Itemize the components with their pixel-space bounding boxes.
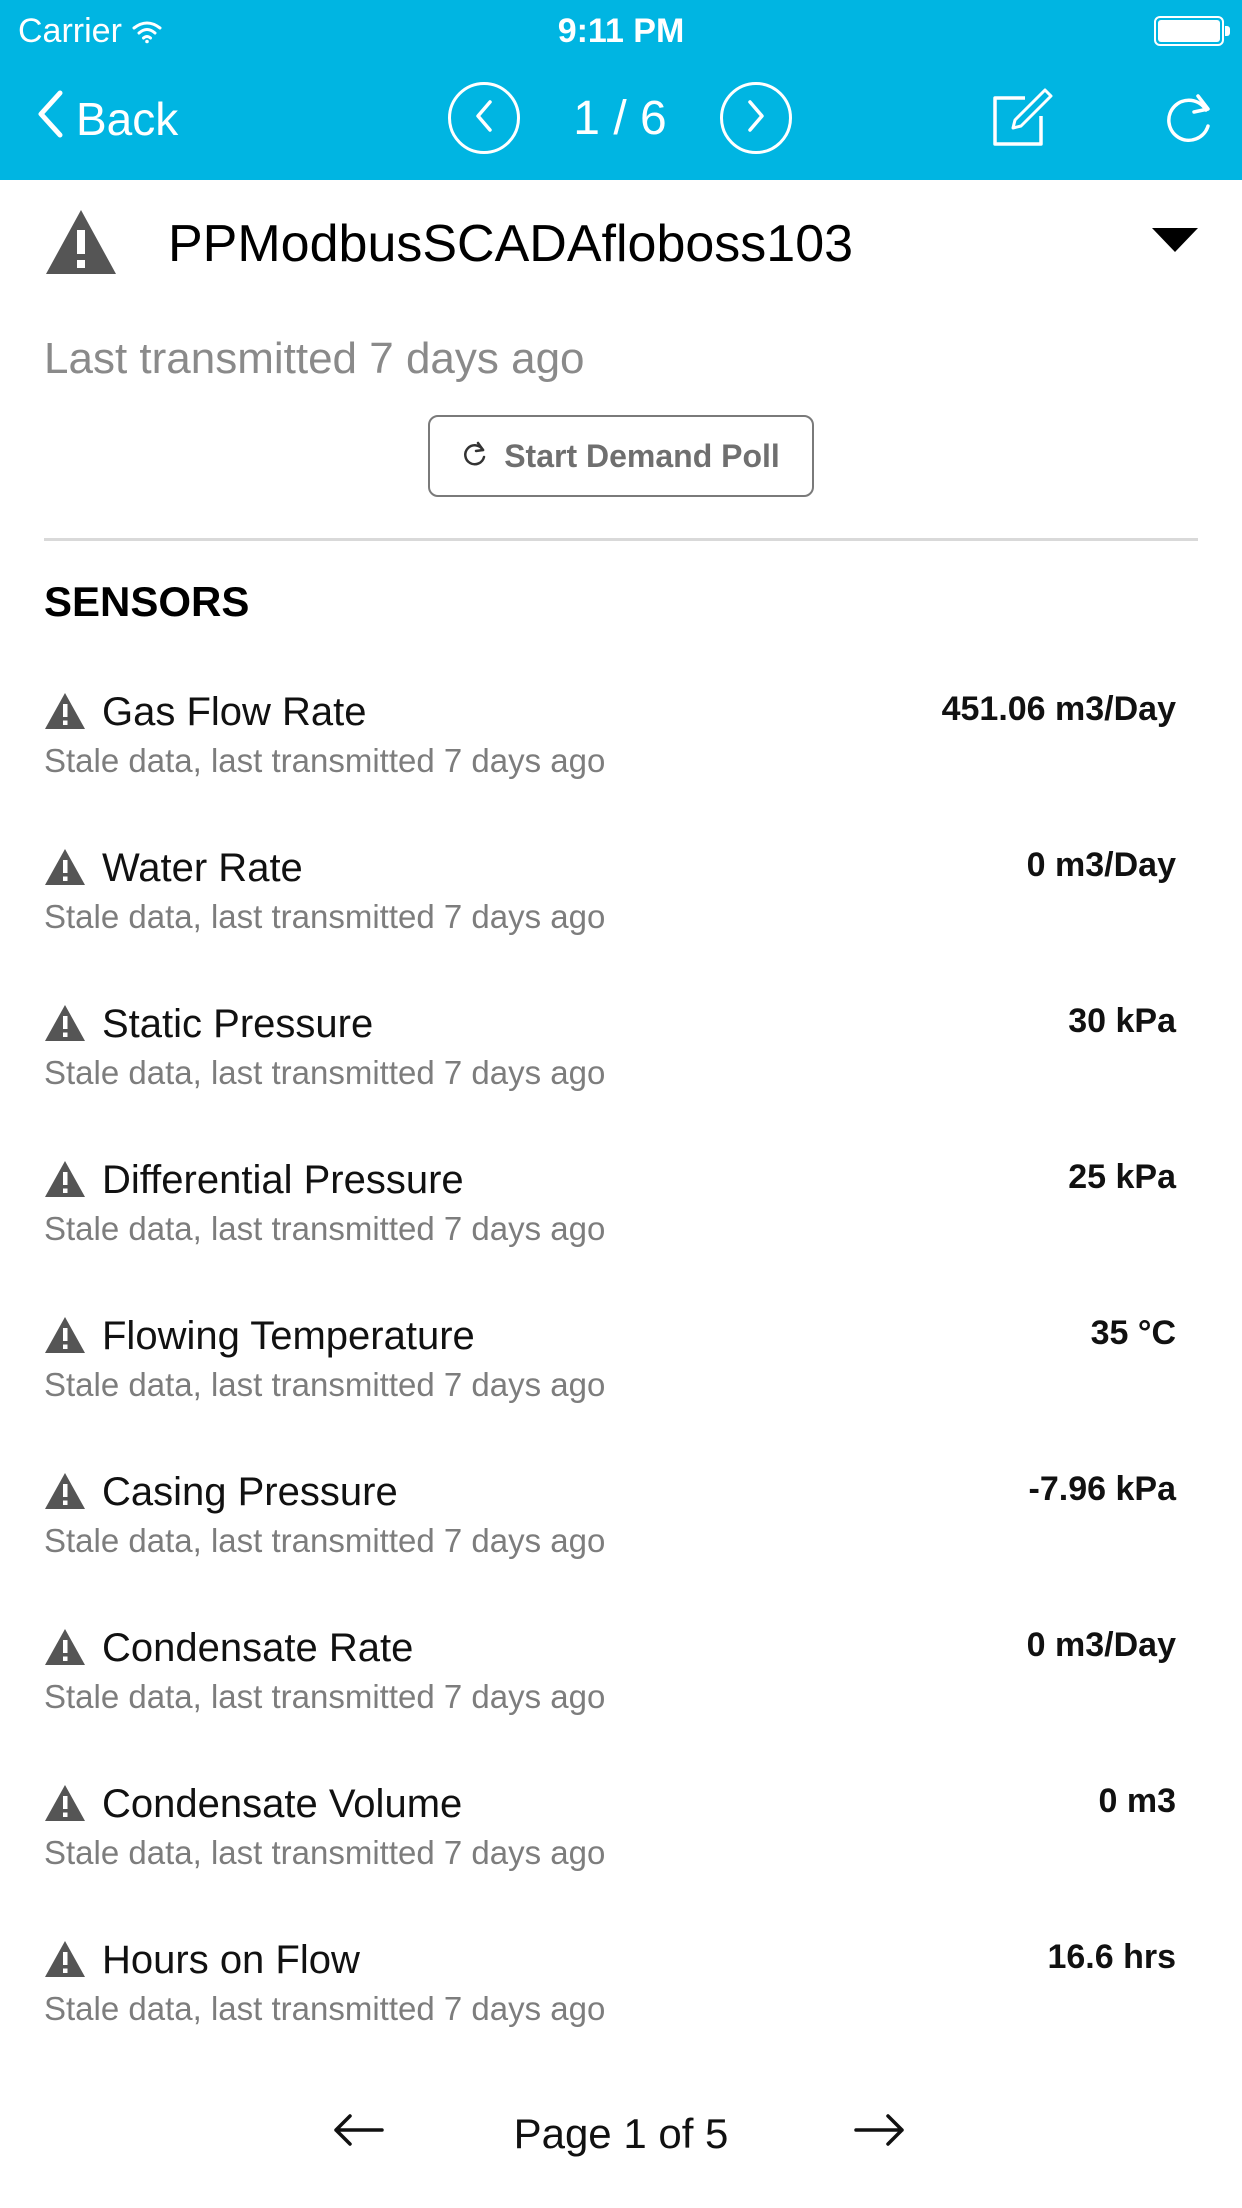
sensor-row[interactable]: Condensate Volume Stale data, last trans… [0, 1772, 1242, 1928]
warning-icon [44, 1628, 86, 1671]
chevron-left-icon [36, 89, 64, 150]
sensor-name: Static Pressure [102, 1002, 374, 1046]
battery-icon [1154, 16, 1230, 46]
warning-icon [44, 692, 86, 735]
item-pager-label: 1 / 6 [573, 92, 667, 145]
sensor-name: Condensate Volume [102, 1782, 463, 1826]
previous-item-button[interactable] [448, 82, 520, 154]
sensor-value: 30 kPa [1068, 1002, 1176, 1040]
back-button[interactable]: Back [36, 84, 178, 154]
warning-icon [44, 208, 118, 281]
refresh-button[interactable] [1152, 82, 1228, 158]
sensor-row[interactable]: Differential Pressure Stale data, last t… [0, 1148, 1242, 1304]
caret-down-icon[interactable] [1152, 228, 1198, 257]
sensor-status: Stale data, last transmitted 7 days ago [44, 1366, 606, 1403]
next-item-button[interactable] [720, 82, 792, 154]
sensor-status: Stale data, last transmitted 7 days ago [44, 1834, 606, 1871]
refresh-icon [1162, 90, 1218, 151]
sensor-name: Hours on Flow [102, 1938, 360, 1982]
arrow-right-icon[interactable] [852, 2110, 908, 2155]
edit-icon [989, 88, 1055, 153]
sensor-name: Water Rate [102, 846, 303, 890]
sensor-list: Gas Flow Rate Stale data, last transmitt… [0, 680, 1242, 2084]
sensor-name: Flowing Temperature [102, 1314, 475, 1358]
pagination: Page 1 of 5 [0, 2100, 1242, 2170]
sensor-name: Gas Flow Rate [102, 690, 367, 734]
warning-icon [44, 1472, 86, 1515]
warning-icon [44, 1160, 86, 1203]
device-name: PPModbusSCADAfloboss103 [168, 215, 854, 273]
last-transmitted-text: Last transmitted 7 days ago [44, 334, 585, 383]
sensor-status: Stale data, last transmitted 7 days ago [44, 1054, 606, 1091]
sensor-value: 0 m3/Day [1026, 846, 1176, 884]
sensor-value: 0 m3/Day [1026, 1626, 1176, 1664]
sensor-row[interactable]: Flowing Temperature Stale data, last tra… [0, 1304, 1242, 1460]
warning-icon [44, 1784, 86, 1827]
sensor-name: Condensate Rate [102, 1626, 414, 1670]
sensors-section-title: SENSORS [44, 578, 250, 625]
sensor-row[interactable]: Casing Pressure Stale data, last transmi… [0, 1460, 1242, 1616]
sensor-name: Casing Pressure [102, 1470, 398, 1514]
sensor-value: 25 kPa [1068, 1158, 1176, 1196]
sensor-status: Stale data, last transmitted 7 days ago [44, 898, 606, 935]
warning-icon [44, 1004, 86, 1047]
sensor-value: 35 °C [1090, 1314, 1176, 1352]
page-indicator: Page 1 of 5 [513, 2110, 729, 2157]
back-label: Back [76, 93, 179, 145]
sensor-row[interactable]: Water Rate Stale data, last transmitted … [0, 836, 1242, 992]
sensor-row[interactable]: Gas Flow Rate Stale data, last transmitt… [0, 680, 1242, 836]
sensor-value: -7.96 kPa [1028, 1470, 1176, 1508]
navigation-bar: Back 1 / 6 [0, 64, 1242, 180]
app-header: Carrier 9:11 PM Back 1 / 6 [0, 0, 1242, 180]
chevron-left-icon [473, 99, 495, 138]
sensor-status: Stale data, last transmitted 7 days ago [44, 1522, 606, 1559]
start-demand-poll-button[interactable]: Start Demand Poll [428, 415, 814, 497]
sensor-status: Stale data, last transmitted 7 days ago [44, 1990, 606, 2027]
clock: 9:11 PM [557, 12, 685, 50]
start-demand-poll-label: Start Demand Poll [504, 437, 780, 474]
chevron-right-icon [745, 99, 767, 138]
sensor-status: Stale data, last transmitted 7 days ago [44, 1210, 606, 1247]
warning-icon [44, 1940, 86, 1983]
sensor-row[interactable]: Static Pressure Stale data, last transmi… [0, 992, 1242, 1148]
sensor-row[interactable]: Condensate Rate Stale data, last transmi… [0, 1616, 1242, 1772]
warning-icon [44, 1316, 86, 1359]
warning-icon [44, 848, 86, 891]
sensor-value: 16.6 hrs [1047, 1938, 1176, 1976]
sensor-status: Stale data, last transmitted 7 days ago [44, 1678, 606, 1715]
sensor-status: Stale data, last transmitted 7 days ago [44, 742, 606, 779]
sensor-value: 451.06 m3/Day [941, 690, 1176, 728]
refresh-icon [462, 438, 488, 475]
device-selector[interactable]: PPModbusSCADAfloboss103 [44, 200, 1198, 290]
divider [44, 538, 1198, 541]
edit-button[interactable] [984, 82, 1060, 158]
sensor-value: 0 m3 [1098, 1782, 1177, 1820]
status-bar: Carrier 9:11 PM [0, 0, 1242, 64]
sensor-name: Differential Pressure [102, 1158, 464, 1202]
sensor-row[interactable]: Hours on Flow Stale data, last transmitt… [0, 1928, 1242, 2084]
